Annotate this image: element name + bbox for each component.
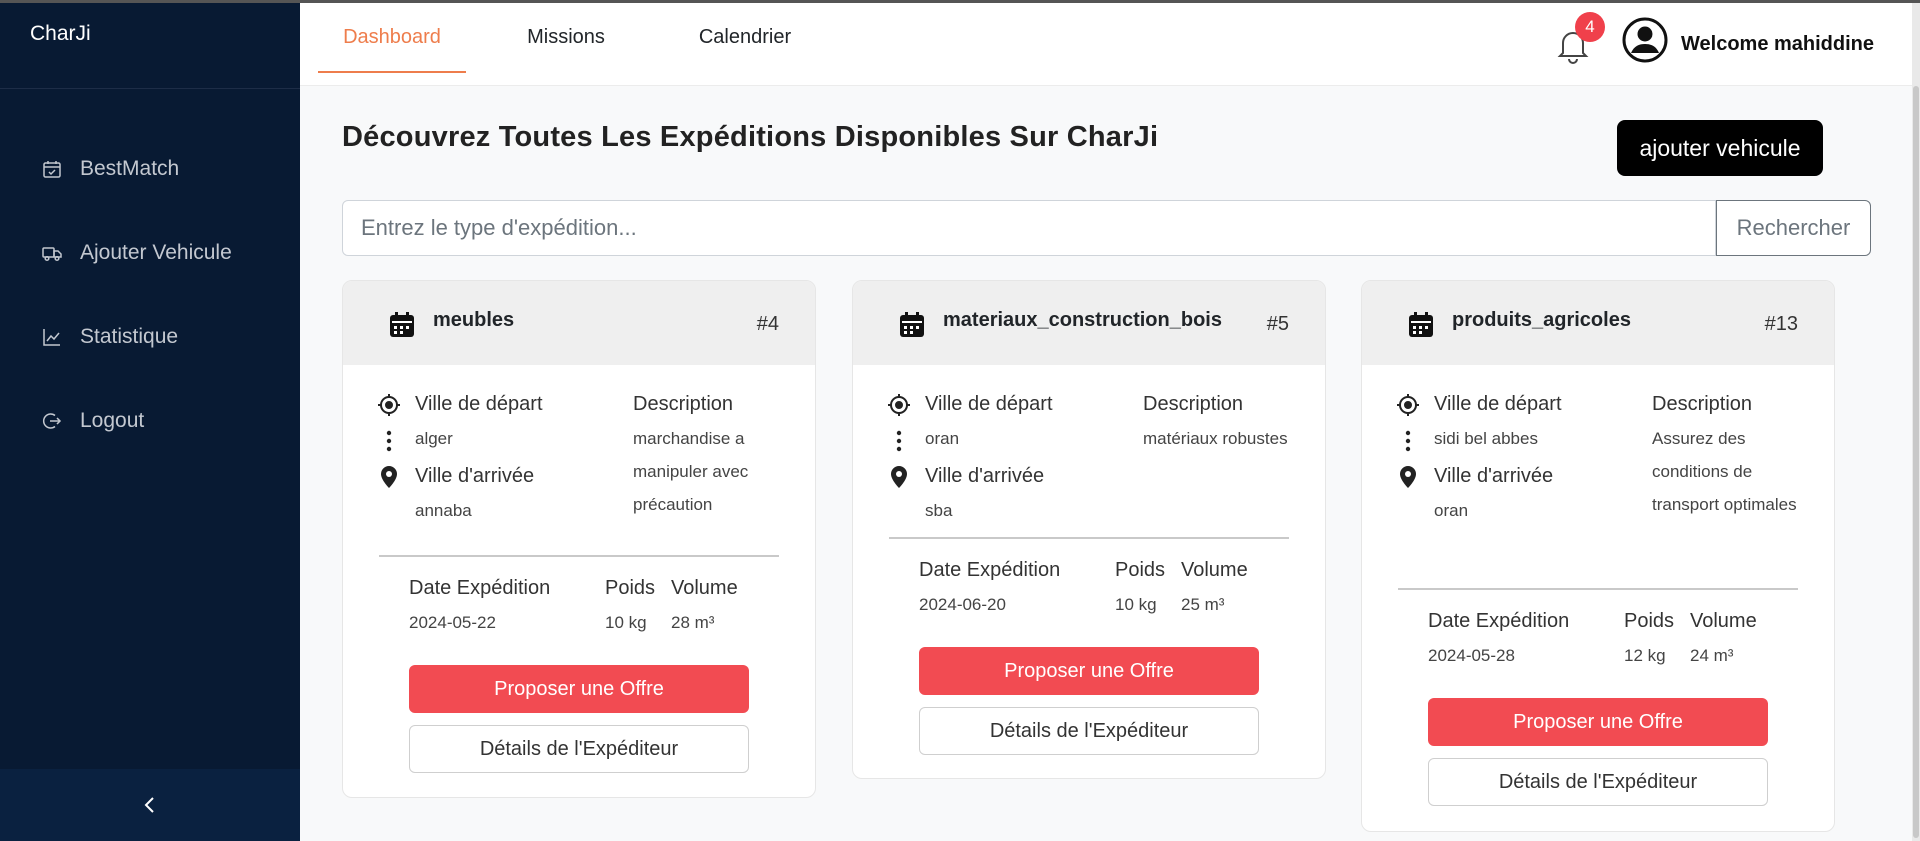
chevron-left-icon: [144, 797, 154, 813]
vertical-dots-icon: [896, 430, 902, 452]
volume-value: 25 m³: [1181, 595, 1225, 614]
avatar-icon[interactable]: [1622, 17, 1668, 63]
description-value: matériaux robustes: [1143, 429, 1288, 448]
weight-label: Poids: [605, 577, 656, 599]
calendar-check-icon: [42, 159, 62, 179]
calendar-icon: [1409, 312, 1433, 337]
page-title: Découvrez Toutes Les Expéditions Disponi…: [342, 121, 1159, 153]
propose-offer-button[interactable]: Proposer une Offre: [1428, 698, 1768, 746]
sidebar-item-ajouter-vehicule[interactable]: Ajouter Vehicule: [0, 211, 300, 295]
weight-value: 12 kg: [1624, 646, 1666, 665]
volume-label: Volume: [1690, 610, 1757, 632]
shipment-card: meubles #4 Ville de départ alger Ville d…: [342, 280, 816, 798]
scrollbar-thumb[interactable]: [1913, 86, 1919, 838]
card-title: materiaux_construction_bois: [943, 309, 1222, 331]
departure-value: sidi bel abbes: [1434, 429, 1538, 448]
divider: [1398, 588, 1798, 590]
weight-value: 10 kg: [1115, 595, 1157, 614]
card-header: meubles #4: [343, 281, 815, 365]
departure-value: alger: [415, 429, 453, 448]
weight-label: Poids: [1115, 559, 1166, 581]
crosshair-icon: [888, 394, 910, 416]
sidebar-item-label: Logout: [80, 409, 145, 432]
brand-logo[interactable]: CharJi: [0, 0, 300, 89]
propose-offer-button[interactable]: Proposer une Offre: [919, 647, 1259, 695]
sidebar-item-statistique[interactable]: Statistique: [0, 295, 300, 379]
departure-label: Ville de départ: [415, 393, 543, 415]
description-label: Description: [1143, 393, 1244, 415]
add-vehicle-button[interactable]: ajouter vehicule: [1617, 120, 1823, 176]
logout-icon: [42, 411, 62, 431]
date-label: Date Expédition: [1428, 610, 1570, 632]
weight-label: Poids: [1624, 610, 1675, 632]
calendar-icon: [900, 312, 924, 337]
tab-calendrier[interactable]: Calendrier: [670, 3, 820, 71]
departure-value: oran: [925, 429, 960, 448]
sidebar-item-logout[interactable]: Logout: [0, 379, 300, 463]
card-title: produits_agricoles: [1452, 309, 1631, 331]
map-pin-icon: [381, 466, 397, 488]
sidebar-item-label: Statistique: [80, 325, 179, 348]
tab-dashboard[interactable]: Dashboard: [318, 3, 466, 73]
description-value: Assurez des conditions de transport opti…: [1652, 429, 1797, 514]
card-id: #5: [1266, 313, 1289, 335]
search-button[interactable]: Rechercher: [1716, 200, 1871, 256]
date-label: Date Expédition: [919, 559, 1061, 581]
welcome-text: Welcome mahiddine: [1681, 33, 1875, 55]
description-label: Description: [633, 393, 734, 415]
vertical-dots-icon: [386, 430, 392, 452]
volume-value: 24 m³: [1690, 646, 1734, 665]
sender-details-button[interactable]: Détails de l'Expéditeur: [919, 707, 1259, 755]
top-header: Dashboard Missions Calendrier 4 Welcome …: [300, 3, 1912, 86]
weight-value: 10 kg: [605, 613, 647, 632]
date-value: 2024-05-28: [1428, 646, 1515, 665]
date-label: Date Expédition: [409, 577, 551, 599]
arrival-label: Ville d'arrivée: [1434, 465, 1554, 487]
card-id: #13: [1764, 313, 1798, 335]
map-pin-icon: [1400, 466, 1416, 488]
volume-label: Volume: [671, 577, 738, 599]
line-chart-icon: [42, 327, 62, 347]
map-pin-icon: [891, 466, 907, 488]
arrival-value: annaba: [415, 501, 472, 520]
date-value: 2024-05-22: [409, 613, 496, 632]
arrival-label: Ville d'arrivée: [415, 465, 535, 487]
divider: [889, 537, 1289, 539]
shipment-card: produits_agricoles #13 Ville de départ s…: [1361, 280, 1835, 832]
notification-badge: 4: [1575, 12, 1605, 42]
departure-label: Ville de départ: [1434, 393, 1562, 415]
date-value: 2024-06-20: [919, 595, 1006, 614]
sidebar-nav: BestMatch Ajouter Vehicule Statistique L…: [0, 127, 300, 463]
crosshair-icon: [378, 394, 400, 416]
volume-value: 28 m³: [671, 613, 715, 632]
card-title: meubles: [433, 309, 515, 331]
arrival-value: sba: [925, 501, 953, 520]
calendar-icon: [390, 312, 414, 337]
divider: [379, 555, 779, 557]
crosshair-icon: [1397, 394, 1419, 416]
shipment-card: materiaux_construction_bois #5 Ville de …: [852, 280, 1326, 779]
search-input[interactable]: [342, 200, 1716, 256]
sender-details-button[interactable]: Détails de l'Expéditeur: [1428, 758, 1768, 806]
description-value: marchandise a manipuler avec précaution: [633, 429, 749, 514]
sidebar-collapse-button[interactable]: [0, 769, 300, 841]
sidebar-item-label: BestMatch: [80, 157, 180, 180]
departure-label: Ville de départ: [925, 393, 1053, 415]
card-header: produits_agricoles #13: [1362, 281, 1834, 365]
card-header: materiaux_construction_bois #5: [853, 281, 1325, 365]
sidebar: CharJi BestMatch Ajouter Vehicule Statis…: [0, 0, 300, 841]
sidebar-item-bestmatch[interactable]: BestMatch: [0, 127, 300, 211]
propose-offer-button[interactable]: Proposer une Offre: [409, 665, 749, 713]
tab-missions[interactable]: Missions: [496, 3, 636, 71]
description-label: Description: [1652, 393, 1753, 415]
card-id: #4: [756, 313, 779, 335]
arrival-value: oran: [1434, 501, 1469, 520]
sidebar-item-label: Ajouter Vehicule: [80, 241, 232, 264]
truck-icon: [42, 243, 62, 263]
arrival-label: Ville d'arrivée: [925, 465, 1045, 487]
vertical-dots-icon: [1405, 430, 1411, 452]
volume-label: Volume: [1181, 559, 1248, 581]
sender-details-button[interactable]: Détails de l'Expéditeur: [409, 725, 749, 773]
